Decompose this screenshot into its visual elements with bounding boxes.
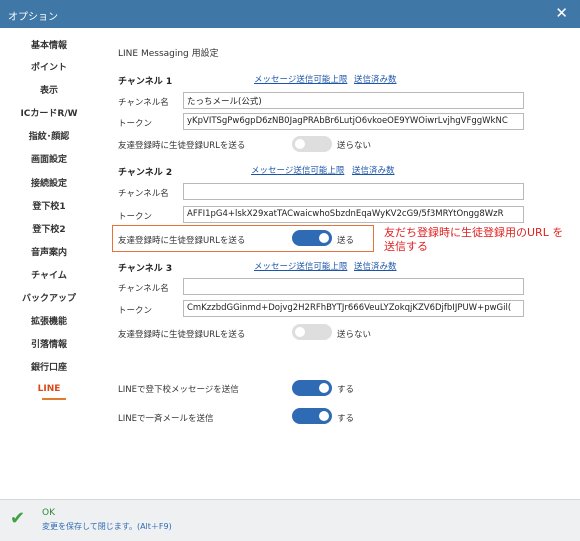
channel-1-send-url-label: 友達登録時に生徒登録URLを送る [118, 141, 246, 151]
toggle-knob [295, 327, 305, 337]
channel-2-token-label: トークン [118, 212, 153, 222]
attendance-message-label: LINEで登下校メッセージを送信 [118, 385, 239, 395]
channel-3-send-url-toggle[interactable] [292, 324, 332, 340]
channel-3-name-label: チャンネル名 [118, 284, 169, 294]
bulk-mail-state: する [337, 414, 355, 424]
bulk-mail-label: LINEで一斉メールを送信 [118, 414, 214, 424]
channel-3-name-input[interactable] [183, 278, 524, 295]
channel-1-name-input[interactable]: たっちメール(公式) [183, 92, 524, 109]
channel-1-name-label: チャンネル名 [118, 98, 169, 108]
channel-2-name-input[interactable] [183, 183, 524, 200]
attendance-message-toggle[interactable] [292, 380, 332, 396]
channel-3-heading: チャンネル 3 [118, 264, 173, 274]
channel-3-sent-link[interactable]: 送信済み数 [354, 260, 397, 272]
footer-bar: ✔ OK 変更を保存して閉じます。(Alt＋F9) [0, 499, 580, 541]
ok-button[interactable]: OK [42, 508, 55, 518]
channel-3-token-input[interactable]: CmKzzbdGGinmd+Dojvg2H2RFhBYTJr666VeuLYZo… [183, 300, 524, 317]
toggle-knob [295, 139, 305, 149]
channel-2-name-label: チャンネル名 [118, 189, 169, 199]
attendance-message-state: する [337, 385, 355, 395]
channel-2-sent-link[interactable]: 送信済み数 [352, 164, 395, 176]
channel-1-toggle-state: 送らない [337, 141, 372, 151]
channel-2-heading: チャンネル 2 [118, 168, 173, 178]
checkmark-icon[interactable]: ✔ [10, 508, 25, 529]
line-settings-panel: LINE Messaging 用設定 チャンネル 1 メッセージ送信可能上限 送… [0, 0, 580, 541]
section-title: LINE Messaging 用設定 [118, 49, 219, 59]
channel-1-send-url-toggle[interactable] [292, 136, 332, 152]
channel-3-limit-link[interactable]: メッセージ送信可能上限 [254, 260, 347, 272]
channel-3-send-url-label: 友達登録時に生徒登録URLを送る [118, 330, 246, 340]
channel-2-limit-link[interactable]: メッセージ送信可能上限 [251, 164, 344, 176]
channel-1-token-input[interactable]: yKpVITSgPw6gpD6zNB0JagPRAbBr6LutjO6vkoeO… [183, 113, 524, 130]
channel-2-token-input[interactable]: AFFI1pG4+lskX29xatTACwaicwhoSbzdnEqaWyKV… [183, 206, 524, 223]
channel-1-limit-link[interactable]: メッセージ送信可能上限 [254, 73, 347, 85]
highlight-box [112, 225, 374, 252]
channel-1-heading: チャンネル 1 [118, 77, 173, 87]
channel-3-toggle-state: 送らない [337, 330, 372, 340]
channel-3-token-label: トークン [118, 306, 153, 316]
toggle-knob [319, 411, 329, 421]
bulk-mail-toggle[interactable] [292, 408, 332, 424]
toggle-knob [319, 383, 329, 393]
channel-1-sent-link[interactable]: 送信済み数 [354, 73, 397, 85]
channel-1-token-label: トークン [118, 119, 153, 129]
ok-description: 変更を保存して閉じます。(Alt＋F9) [42, 522, 172, 531]
annotation-text: 友だち登録時に生徒登録用のURL を送信する [384, 226, 564, 253]
